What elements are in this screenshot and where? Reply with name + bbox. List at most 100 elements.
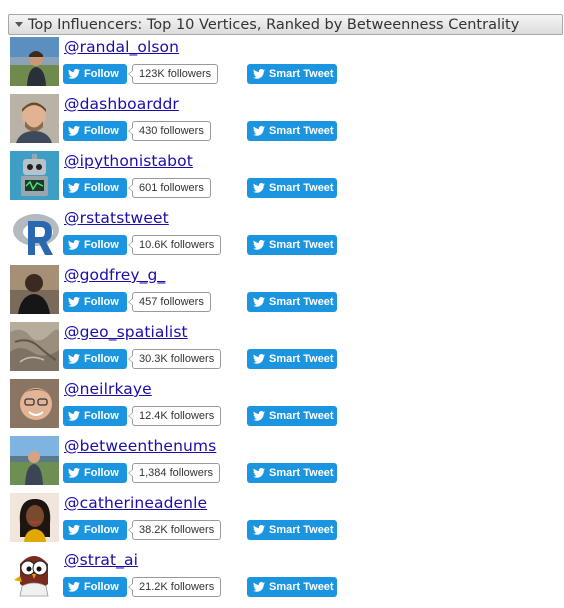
avatar[interactable] [10,550,59,599]
smart-tweet-label: Smart Tweet [269,125,334,137]
follow-label: Follow [84,353,119,365]
follower-count[interactable]: 10.6K followers [127,235,222,255]
twitter-bird-icon [253,468,265,478]
collapse-caret-icon[interactable] [15,22,23,27]
smart-tweet-button[interactable]: Smart Tweet [247,178,337,198]
twitter-bird-icon [68,354,80,364]
twitter-bird-icon [68,183,80,193]
influencer-row: @neilrkaye Follow 12.4K followers Smart … [10,379,564,436]
follower-count[interactable]: 38.2K followers [127,520,222,540]
follow-button[interactable]: Follow [63,520,127,540]
follow-button[interactable]: Follow [63,121,127,141]
avatar[interactable] [10,493,59,542]
smart-tweet-button[interactable]: Smart Tweet [247,406,337,426]
smart-tweet-button[interactable]: Smart Tweet [247,64,337,84]
influencer-row: @randal_olson Follow 123K followers Smar… [10,37,564,94]
follow-label: Follow [84,581,119,593]
twitter-bird-icon [253,69,265,79]
avatar[interactable] [10,208,59,257]
influencer-row: @betweenthenums Follow 1,384 followers S… [10,436,564,493]
panel-title: Top Influencers: Top 10 Vertices, Ranked… [28,16,520,33]
user-handle-link[interactable]: @catherineadenle [64,494,207,512]
smart-tweet-label: Smart Tweet [269,296,334,308]
user-handle-link[interactable]: @dashboarddr [64,95,179,113]
avatar[interactable] [10,379,59,428]
follow-button[interactable]: Follow [63,406,127,426]
influencer-row: @godfrey_g_ Follow 457 followers Smart T… [10,265,564,322]
follow-label: Follow [84,524,119,536]
twitter-bird-icon [253,240,265,250]
smart-tweet-button[interactable]: Smart Tweet [247,520,337,540]
twitter-bird-icon [68,582,80,592]
avatar[interactable] [10,265,59,314]
follow-label: Follow [84,239,119,251]
influencer-row: @rstatstweet Follow 10.6K followers Smar… [10,208,564,265]
user-handle-link[interactable]: @betweenthenums [64,437,216,455]
twitter-bird-icon [253,411,265,421]
twitter-bird-icon [253,183,265,193]
follower-count[interactable]: 1,384 followers [128,463,220,483]
twitter-bird-icon [68,240,80,250]
follow-label: Follow [84,296,119,308]
user-handle-link[interactable]: @ipythonistabot [64,152,193,170]
smart-tweet-button[interactable]: Smart Tweet [247,235,337,255]
user-handle-link[interactable]: @randal_olson [64,38,179,56]
influencer-row: @catherineadenle Follow 38.2K followers … [10,493,564,550]
avatar[interactable] [10,37,59,86]
user-handle-link[interactable]: @godfrey_g_ [64,266,165,284]
follower-count[interactable]: 457 followers [128,292,211,312]
influencer-row: @geo_spatialist Follow 30.3K followers S… [10,322,564,379]
user-handle-link[interactable]: @neilrkaye [64,380,152,398]
smart-tweet-button[interactable]: Smart Tweet [247,463,337,483]
follow-label: Follow [84,68,119,80]
twitter-bird-icon [68,468,80,478]
twitter-bird-icon [68,69,80,79]
follower-count[interactable]: 21.2K followers [127,577,222,597]
avatar[interactable] [10,94,59,143]
smart-tweet-button[interactable]: Smart Tweet [247,577,337,597]
user-handle-link[interactable]: @rstatstweet [64,209,169,227]
twitter-bird-icon [68,525,80,535]
follower-count[interactable]: 12.4K followers [127,406,222,426]
smart-tweet-label: Smart Tweet [269,524,334,536]
follow-button[interactable]: Follow [63,178,127,198]
smart-tweet-label: Smart Tweet [269,353,334,365]
avatar[interactable] [10,322,59,371]
follower-count[interactable]: 30.3K followers [127,349,222,369]
panel-header[interactable]: Top Influencers: Top 10 Vertices, Ranked… [8,14,563,35]
twitter-bird-icon [253,126,265,136]
avatar[interactable] [10,436,59,485]
twitter-bird-icon [68,297,80,307]
follow-button[interactable]: Follow [63,235,127,255]
user-handle-link[interactable]: @geo_spatialist [64,323,188,341]
smart-tweet-button[interactable]: Smart Tweet [247,292,337,312]
smart-tweet-button[interactable]: Smart Tweet [247,121,337,141]
smart-tweet-label: Smart Tweet [269,467,334,479]
twitter-bird-icon [68,126,80,136]
follower-count[interactable]: 430 followers [128,121,211,141]
follow-label: Follow [84,125,119,137]
influencer-list: @randal_olson Follow 123K followers Smar… [10,37,564,607]
follow-button[interactable]: Follow [63,349,127,369]
influencer-row: @strat_ai Follow 21.2K followers Smart T… [10,550,564,607]
smart-tweet-button[interactable]: Smart Tweet [247,349,337,369]
influencer-row: @ipythonistabot Follow 601 followers Sma… [10,151,564,208]
smart-tweet-label: Smart Tweet [269,410,334,422]
twitter-bird-icon [253,354,265,364]
follow-label: Follow [84,410,119,422]
twitter-bird-icon [253,297,265,307]
follow-button[interactable]: Follow [63,64,127,84]
twitter-bird-icon [253,582,265,592]
smart-tweet-label: Smart Tweet [269,239,334,251]
follow-label: Follow [84,182,119,194]
user-handle-link[interactable]: @strat_ai [64,551,138,569]
smart-tweet-label: Smart Tweet [269,182,334,194]
avatar[interactable] [10,151,59,200]
follow-label: Follow [84,467,119,479]
follow-button[interactable]: Follow [63,292,127,312]
follower-count[interactable]: 601 followers [128,178,211,198]
follower-count[interactable]: 123K followers [127,64,219,84]
follow-button[interactable]: Follow [63,577,127,597]
follow-button[interactable]: Follow [63,463,127,483]
twitter-bird-icon [68,411,80,421]
